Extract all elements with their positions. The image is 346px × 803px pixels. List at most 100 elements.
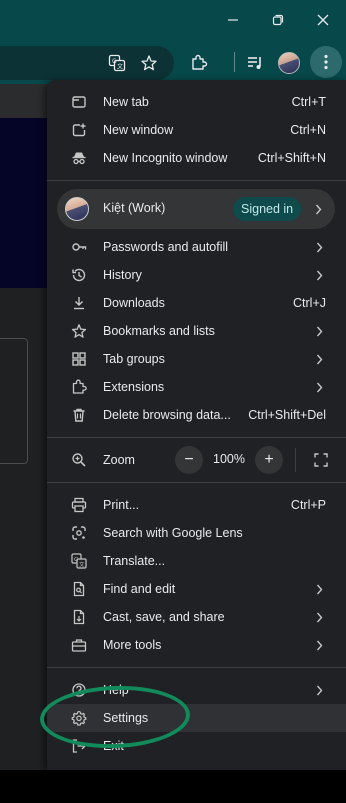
shortcut-label: Ctrl+Shift+N	[257, 151, 326, 165]
menu-item-label: New window	[103, 123, 174, 137]
star-icon	[67, 319, 91, 343]
menu-item-label: Delete browsing data...	[103, 408, 231, 422]
chevron-right-icon	[314, 380, 324, 394]
trash-icon	[67, 403, 91, 427]
menu-item-label: History	[103, 268, 142, 282]
menu-divider	[47, 482, 346, 483]
menu-item-extensions[interactable]: Extensions	[47, 373, 346, 401]
menu-item-settings[interactable]: Settings	[47, 704, 346, 732]
star-icon[interactable]	[136, 50, 162, 76]
zoom-label: Zoom	[103, 453, 135, 467]
menu-item-label: Passwords and autofill	[103, 240, 229, 254]
menu-item-label: Search with Google Lens	[103, 526, 243, 540]
minimize-icon[interactable]	[216, 6, 250, 34]
zoom-row: Zoom − 100% +	[47, 446, 346, 474]
menu-item-label: Cast, save, and share	[103, 610, 225, 624]
lens-icon	[67, 521, 91, 545]
menu-item-passwords[interactable]: Passwords and autofill	[47, 233, 346, 261]
menu-item-cast-save-share[interactable]: Cast, save, and share	[47, 603, 346, 631]
menu-item-label: New tab	[103, 95, 149, 109]
find-in-page-icon	[67, 577, 91, 601]
incognito-icon	[67, 146, 91, 170]
svg-text:G: G	[74, 557, 78, 563]
minus-icon: −	[184, 451, 194, 468]
shortcut-label: Ctrl+P	[290, 498, 326, 512]
menu-item-new-incognito[interactable]: New Incognito window Ctrl+Shift+N	[47, 144, 346, 172]
zoom-level: 100%	[213, 452, 245, 466]
menu-item-label: Downloads	[103, 296, 165, 310]
shortcut-label: Ctrl+J	[293, 296, 326, 310]
menu-item-exit[interactable]: Exit	[47, 732, 346, 760]
chevron-right-icon	[314, 582, 324, 596]
menu-item-google-lens[interactable]: Search with Google Lens	[47, 519, 346, 547]
avatar[interactable]	[278, 52, 300, 74]
menu-item-downloads[interactable]: Downloads Ctrl+J	[47, 289, 346, 317]
menu-item-new-window[interactable]: New window Ctrl+N	[47, 116, 346, 144]
chevron-right-icon	[314, 610, 324, 624]
menu-item-label: Find and edit	[103, 582, 176, 596]
menu-item-help[interactable]: Help	[47, 676, 346, 704]
menu-item-history[interactable]: History	[47, 261, 346, 289]
menu-divider	[47, 180, 346, 181]
download-icon	[67, 291, 91, 315]
menu-item-label: Exit	[103, 739, 124, 753]
chevron-right-icon	[313, 202, 323, 216]
help-icon	[67, 678, 91, 702]
profile-name: Kiệt (Work)	[103, 201, 166, 215]
menu-item-label: Translate...	[103, 554, 166, 568]
status-badge: Signed in	[233, 197, 302, 221]
menu-item-new-tab[interactable]: New tab Ctrl+T	[47, 88, 346, 116]
menu-item-label: More tools	[103, 638, 162, 652]
gear-icon	[67, 706, 91, 730]
new-window-icon	[67, 118, 91, 142]
menu-item-label: Bookmarks and lists	[103, 324, 215, 338]
plus-icon: +	[264, 451, 274, 468]
translate-icon: G文	[67, 549, 91, 573]
translate-icon[interactable]: G文	[104, 50, 130, 76]
taskbar-area	[0, 770, 346, 803]
kebab-icon[interactable]	[310, 46, 342, 78]
extensions-icon[interactable]	[186, 50, 212, 76]
shortcut-label: Ctrl+T	[291, 95, 326, 109]
chevron-right-icon	[314, 352, 324, 366]
printer-icon	[67, 493, 91, 517]
menu-item-label: Extensions	[103, 380, 165, 394]
toolbox-icon	[67, 633, 91, 657]
menu-item-delete-browsing-data[interactable]: Delete browsing data... Ctrl+Shift+Del	[47, 401, 346, 429]
profile-row[interactable]: Kiệt (Work) Signed in	[57, 189, 335, 229]
save-page-icon	[67, 605, 91, 629]
zoom-out-button[interactable]: −	[175, 446, 203, 474]
menu-item-label: Help	[103, 683, 129, 697]
zoom-in-button[interactable]: +	[255, 446, 283, 474]
extensions-icon	[67, 375, 91, 399]
menu-divider	[47, 667, 346, 668]
new-tab-icon	[67, 90, 91, 114]
svg-text:文: 文	[79, 560, 85, 568]
menu-item-bookmarks[interactable]: Bookmarks and lists	[47, 317, 346, 345]
chevron-right-icon	[314, 638, 324, 652]
restore-icon[interactable]	[261, 6, 295, 34]
menu-item-label: Tab groups	[103, 352, 165, 366]
zoom-divider	[295, 448, 296, 472]
menu-item-label: Settings	[103, 711, 149, 725]
chevron-right-icon	[314, 268, 324, 282]
shortcut-label: Ctrl+N	[290, 123, 326, 137]
avatar	[65, 197, 89, 221]
menu-item-print[interactable]: Print... Ctrl+P	[47, 491, 346, 519]
history-icon	[67, 263, 91, 287]
menu-item-label: Print...	[103, 498, 140, 512]
menu-item-find-and-edit[interactable]: Find and edit	[47, 575, 346, 603]
key-icon	[67, 235, 91, 259]
page-card	[0, 338, 28, 464]
media-icon[interactable]	[242, 50, 268, 76]
close-icon[interactable]	[306, 6, 340, 34]
tab-groups-icon	[67, 347, 91, 371]
exit-icon	[67, 734, 91, 758]
menu-item-translate[interactable]: G文 Translate...	[47, 547, 346, 575]
svg-text:文: 文	[117, 63, 123, 71]
menu-item-more-tools[interactable]: More tools	[47, 631, 346, 659]
fullscreen-icon[interactable]	[309, 448, 333, 472]
title-bar	[0, 0, 346, 42]
menu-item-tab-groups[interactable]: Tab groups	[47, 345, 346, 373]
zoom-icon	[67, 448, 91, 472]
